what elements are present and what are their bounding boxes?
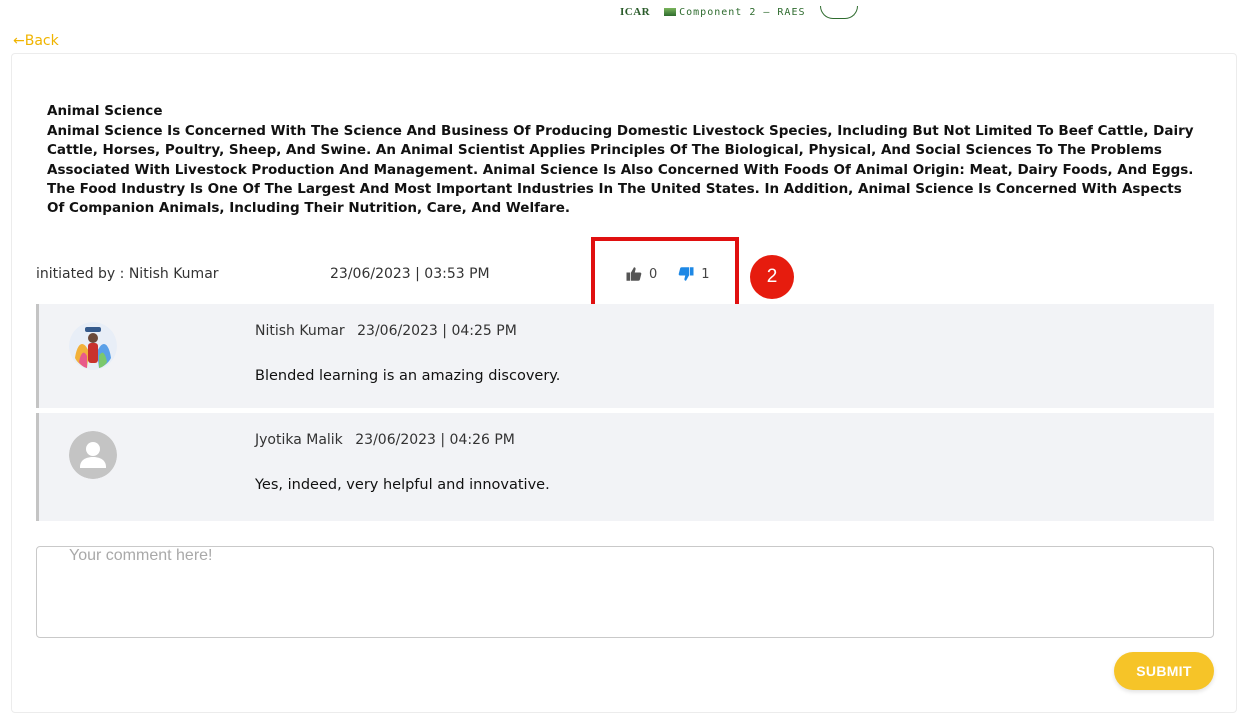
comment-header: Jyotika Malik 23/06/2023 | 04:26 PM: [255, 432, 515, 448]
comment-author: Nitish Kumar: [255, 323, 345, 339]
comment-datetime: 23/06/2023 | 04:26 PM: [355, 432, 515, 448]
topic-title: Animal Science: [47, 103, 163, 119]
component-logo-text: Component 2 – RAES: [679, 6, 806, 18]
header-logos: ICAR Component 2 – RAES: [620, 2, 858, 22]
comment-header: Nitish Kumar 23/06/2023 | 04:25 PM: [255, 323, 517, 339]
submit-button[interactable]: SUBMIT: [1114, 652, 1214, 690]
topic-description: Animal Science Is Concerned With The Sci…: [47, 123, 1194, 217]
avatar: [69, 431, 117, 479]
icar-logo: ICAR: [620, 6, 651, 18]
annotation-highlight-box: [591, 237, 739, 312]
comment-text: Blended learning is an amazing discovery…: [255, 368, 561, 384]
comment-item: Jyotika Malik 23/06/2023 | 04:26 PM Yes,…: [36, 413, 1214, 521]
comment-input[interactable]: [36, 546, 1214, 638]
flag-icon: [664, 8, 677, 16]
comment-datetime: 23/06/2023 | 04:25 PM: [357, 323, 517, 339]
back-link[interactable]: ←Back: [13, 33, 59, 49]
profile-photo-icon: [69, 322, 117, 370]
emblem-logo: [819, 5, 858, 19]
avatar: [69, 322, 117, 370]
component-logo: Component 2 – RAES: [664, 7, 805, 18]
initiated-by: initiated by : Nitish Kumar: [36, 266, 219, 282]
annotation-step-badge: 2: [750, 255, 794, 299]
topic-datetime: 23/06/2023 | 03:53 PM: [330, 266, 490, 282]
comment-item: Nitish Kumar 23/06/2023 | 04:25 PM Blend…: [36, 304, 1214, 408]
comment-text: Yes, indeed, very helpful and innovative…: [255, 477, 550, 493]
default-user-icon: [69, 431, 117, 479]
comment-author: Jyotika Malik: [255, 432, 343, 448]
